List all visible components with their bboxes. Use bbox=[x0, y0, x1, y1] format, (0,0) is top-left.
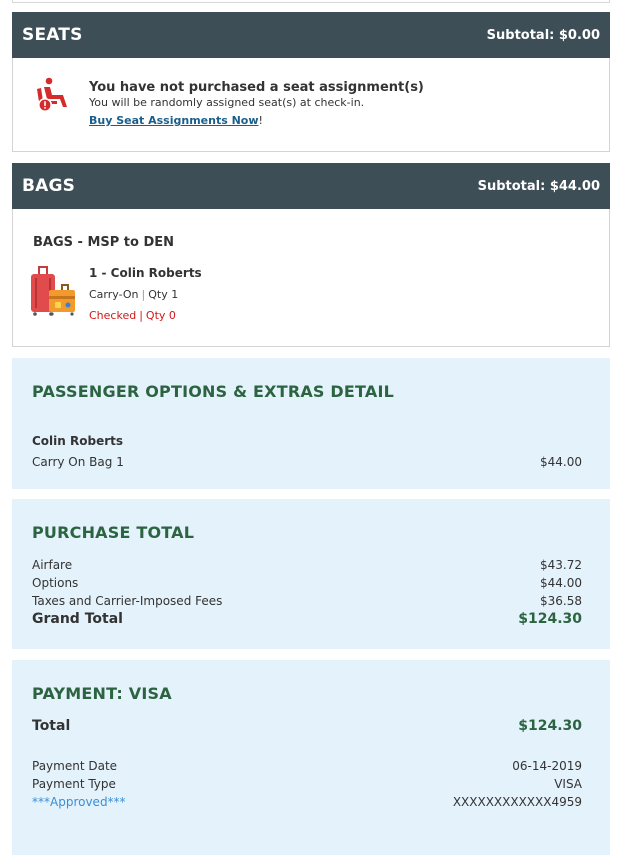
payment-total-label: Total bbox=[32, 718, 71, 734]
seat-alert-icon bbox=[37, 77, 67, 112]
payment-type-row: Payment Type VISA bbox=[32, 777, 582, 791]
seats-title: SEATS bbox=[22, 25, 83, 45]
payment-date-value: 06-14-2019 bbox=[512, 759, 582, 773]
grand-total-amount: $124.30 bbox=[518, 611, 582, 627]
grand-total-row: Grand Total $124.30 bbox=[32, 611, 582, 627]
purchase-amount: $43.72 bbox=[540, 558, 582, 572]
options-passenger: Colin Roberts bbox=[32, 434, 124, 448]
purchase-label: Taxes and Carrier-Imposed Fees bbox=[32, 594, 223, 608]
grand-total-label: Grand Total bbox=[32, 611, 123, 627]
purchase-label: Airfare bbox=[32, 558, 73, 572]
bags-route: BAGS - MSP to DEN bbox=[33, 235, 175, 250]
purchase-panel: PURCHASE TOTAL Airfare $43.72 Options $4… bbox=[12, 499, 610, 649]
carry-on-label: Carry-On bbox=[89, 288, 139, 301]
options-item-label: Carry On Bag 1 bbox=[32, 455, 124, 469]
options-item-row: Carry On Bag 1 $44.00 bbox=[32, 455, 582, 469]
bags-title: BAGS bbox=[22, 176, 76, 196]
purchase-row-options: Options $44.00 bbox=[32, 576, 582, 590]
checked-line: Checked | Qty 0 bbox=[89, 309, 176, 322]
bags-panel: BAGS - MSP to DEN 1 - Colin Roberts Carr… bbox=[12, 209, 610, 347]
checked-label: Checked bbox=[89, 309, 137, 322]
bags-header: BAGS Subtotal: $44.00 bbox=[12, 163, 610, 209]
payment-total-row: Total $124.30 bbox=[32, 718, 582, 734]
options-panel: PASSENGER OPTIONS & EXTRAS DETAIL Colin … bbox=[12, 358, 610, 489]
seats-header: SEATS Subtotal: $0.00 bbox=[12, 12, 610, 58]
purchase-label: Options bbox=[32, 576, 79, 590]
payment-date-label: Payment Date bbox=[32, 759, 118, 773]
previous-section-edge bbox=[12, 0, 610, 3]
seat-notice-title: You have not purchased a seat assignment… bbox=[89, 80, 424, 95]
card-number: XXXXXXXXXXXX4959 bbox=[452, 795, 582, 809]
luggage-icon bbox=[31, 266, 75, 316]
separator: | bbox=[141, 288, 146, 301]
payment-status: ***Approved*** bbox=[32, 795, 126, 809]
purchase-amount: $36.58 bbox=[540, 594, 582, 608]
payment-total-amount: $124.30 bbox=[518, 718, 582, 734]
seats-panel: You have not purchased a seat assignment… bbox=[12, 58, 610, 152]
bags-subtotal: Subtotal: $44.00 bbox=[477, 178, 600, 194]
payment-title: PAYMENT: VISA bbox=[32, 684, 172, 703]
seat-notice-subtitle: You will be randomly assigned seat(s) at… bbox=[89, 96, 365, 109]
options-title: PASSENGER OPTIONS & EXTRAS DETAIL bbox=[32, 382, 395, 401]
payment-date-row: Payment Date 06-14-2019 bbox=[32, 759, 582, 773]
seat-notice: You have not purchased a seat assignment… bbox=[89, 80, 424, 128]
buy-seat-assignments-link[interactable]: Buy Seat Assignments Now bbox=[89, 114, 259, 127]
link-suffix: ! bbox=[258, 114, 263, 127]
checked-qty: Qty 0 bbox=[145, 309, 176, 322]
seats-subtotal: Subtotal: $0.00 bbox=[486, 27, 600, 43]
options-passenger-row: Colin Roberts bbox=[32, 434, 582, 448]
bag-passenger: 1 - Colin Roberts bbox=[89, 266, 202, 280]
purchase-title: PURCHASE TOTAL bbox=[32, 523, 195, 542]
carry-on-qty: Qty 1 bbox=[148, 288, 179, 301]
purchase-row-airfare: Airfare $43.72 bbox=[32, 558, 582, 572]
separator: | bbox=[139, 309, 143, 322]
payment-type-label: Payment Type bbox=[32, 777, 116, 791]
purchase-amount: $44.00 bbox=[540, 576, 582, 590]
purchase-row-taxes: Taxes and Carrier-Imposed Fees $36.58 bbox=[32, 594, 582, 608]
carry-on-line: Carry-On | Qty 1 bbox=[89, 288, 178, 301]
payment-type-value: VISA bbox=[554, 777, 582, 791]
payment-panel: PAYMENT: VISA Total $124.30 Payment Date… bbox=[12, 660, 610, 855]
payment-status-row: ***Approved*** XXXXXXXXXXXX4959 bbox=[32, 795, 582, 809]
options-item-amount: $44.00 bbox=[540, 455, 582, 469]
